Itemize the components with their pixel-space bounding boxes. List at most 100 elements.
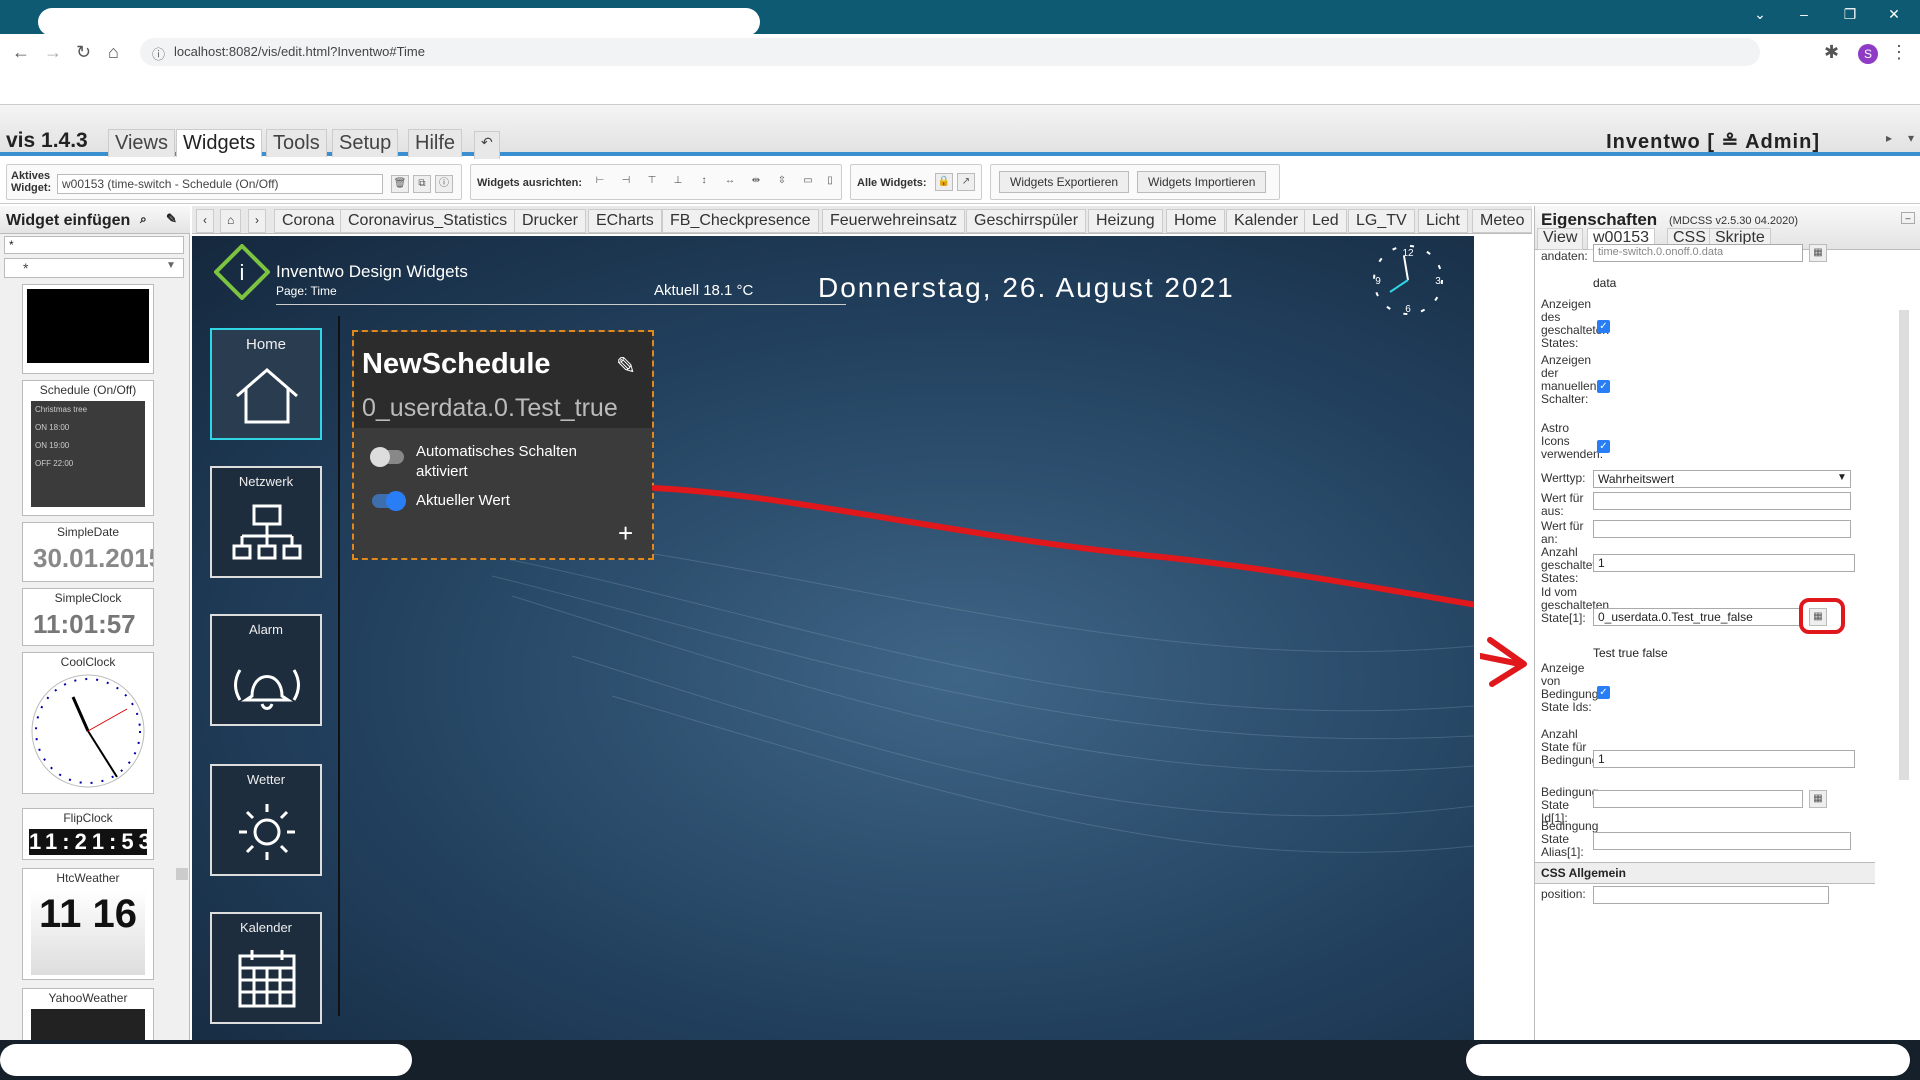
prop-condition-id-browse-button[interactable]: ▦ [1809,790,1827,808]
url-text[interactable]: localhost:8082/vis/edit.html?Inventwo#Ti… [174,44,425,59]
lock-icon[interactable]: 🔒 [935,173,953,191]
palette-item-simpleclock[interactable]: SimpleClock 11:01:57 [22,588,154,646]
nav-tile-home[interactable]: Home [210,328,322,440]
view-tab-fb[interactable]: FB_Checkpresence [662,209,819,233]
prop-astro-checkbox[interactable]: ✓ [1597,440,1610,453]
tab-views[interactable]: Views [108,129,175,157]
add-trigger-button[interactable]: + [618,518,633,549]
schedule-widget[interactable]: NewSchedule ✎ 0_userdata.0.Test_true Aut… [352,330,654,560]
active-widget-select[interactable]: w00153 (time-switch - Schedule (On/Off) [57,174,383,194]
palette-set-select[interactable]: * [4,258,184,278]
view-tab-drucker[interactable]: Drucker [514,209,587,233]
profile-avatar[interactable]: S [1858,44,1878,64]
info-widget-icon[interactable]: ⓘ [435,175,453,193]
tab-hilfe[interactable]: Hilfe [408,129,463,157]
reload-icon[interactable]: ↻ [76,42,91,63]
menu-collapse-icon[interactable]: ▾ [1908,131,1914,145]
forward-icon[interactable]: → [44,42,62,63]
prop-an-input[interactable] [1593,520,1851,538]
prop-show-state-checkbox[interactable]: ✓ [1597,320,1610,333]
palette-item-preview[interactable] [22,284,154,374]
prop-condition-id-input[interactable] [1593,790,1803,808]
palette-item-flipclock[interactable]: FlipClock 11:21:53 [22,808,154,860]
distribute-v-icon[interactable]: ⇳ [773,173,791,191]
edit-pencil-icon[interactable]: ✎ [616,352,636,381]
align-top-icon[interactable]: ⊤ [643,173,661,191]
view-tab-heizung[interactable]: Heizung [1088,209,1163,233]
prop-condition-alias-input[interactable] [1593,832,1851,850]
palette-search-icon[interactable]: ⌕ [140,212,147,227]
tab-tools[interactable]: Tools [266,129,327,157]
prop-condition-ids-checkbox[interactable]: ✓ [1597,686,1610,699]
view-tab-corona[interactable]: Corona [274,209,343,233]
current-value-toggle[interactable] [372,491,406,511]
view-tab-home[interactable]: Home [1166,209,1225,233]
align-vcenter-icon[interactable]: ↕ [695,173,713,191]
nav-tile-wetter[interactable]: Wetter [210,764,322,876]
view-tab-echarts[interactable]: ECharts [588,209,662,233]
align-bottom-icon[interactable]: ⊥ [669,173,687,191]
view-tab-licht[interactable]: Licht [1418,209,1468,233]
view-tab-feuerwehr[interactable]: Feuerwehreinsatz [822,209,966,233]
palette-item-yahooweather[interactable]: YahooWeather [22,988,154,1048]
external-link-icon[interactable]: ↗ [957,173,975,191]
properties-scrollbar[interactable] [1899,310,1909,780]
copy-widget-icon[interactable]: ⧉ [413,175,431,193]
prop-condition-count-stepper[interactable]: 1 [1593,750,1855,768]
tab-setup[interactable]: Setup [332,129,399,157]
distribute-h-icon[interactable]: ⇹ [747,173,765,191]
auto-switch-toggle[interactable] [370,447,404,467]
menu-kebab-icon[interactable]: ⋮ [1890,42,1908,63]
props-tab-view[interactable]: View [1537,228,1584,250]
tabs-scroll-right-icon[interactable]: › [248,209,266,233]
prop-werttyp-select[interactable]: Wahrheitswert [1593,470,1851,488]
palette-item-coolclock[interactable]: CoolClock [22,652,154,794]
palette-item-simpledate[interactable]: SimpleDate 30.01.2015 [22,522,154,582]
palette-filter-input[interactable]: * [4,236,184,254]
extensions-icon[interactable]: ✱ [1824,42,1839,63]
prop-data-browse-button[interactable]: ▦ [1809,244,1827,262]
tabs-lock-icon[interactable]: ⌂ [220,209,242,233]
palette-pin-icon[interactable]: ✎ [166,211,177,227]
properties-collapse-icon[interactable]: – [1901,212,1915,224]
delete-widget-icon[interactable]: 🗑 [391,175,409,193]
view-tab-geschirr[interactable]: Geschirrspüler [966,209,1087,233]
back-icon[interactable]: ← [12,42,30,63]
align-hcenter-icon[interactable]: ↔ [721,173,739,191]
profile-dropdown-icon[interactable]: ⌄ [1746,6,1774,23]
view-tab-led[interactable]: Led [1304,209,1347,233]
nav-tile-kalender[interactable]: Kalender [210,912,322,1024]
align-right-icon[interactable]: ⊣ [617,173,635,191]
minimize-button[interactable]: – [1790,6,1818,22]
same-height-icon[interactable]: ▯ [821,173,839,191]
palette-item-htcweather[interactable]: HtcWeather 11 16 [22,868,154,980]
maximize-button[interactable]: ❐ [1836,6,1864,23]
nav-tile-alarm[interactable]: Alarm [210,614,322,726]
home-icon[interactable]: ⌂ [108,42,119,63]
tab-widgets[interactable]: Widgets [176,129,263,157]
info-icon[interactable]: ⓘ [152,44,165,63]
menu-scroll-right-icon[interactable]: ▸ [1886,131,1892,145]
prop-data-oid[interactable]: time-switch.0.onoff.0.data [1593,244,1803,262]
css-section-header[interactable]: CSS Allgemein [1535,862,1875,884]
palette-item-schedule[interactable]: Schedule (On/Off) Christmas tree ON 18:00… [22,380,154,516]
close-window-button[interactable]: ✕ [1880,6,1908,23]
palette-scrollbar[interactable] [176,868,188,880]
edit-canvas[interactable]: i Inventwo Design Widgets Page: Time Akt… [192,236,1474,1040]
prop-aus-input[interactable] [1593,492,1851,510]
same-width-icon[interactable]: ▭ [799,173,817,191]
prop-anzahl-stepper[interactable]: 1 [1593,554,1855,572]
prop-state-id-input[interactable]: 0_userdata.0.Test_true_false [1593,608,1803,626]
view-tab-meteo[interactable]: Meteo [1472,209,1532,233]
nav-tile-netzwerk[interactable]: Netzwerk [210,466,322,578]
export-widgets-button[interactable]: Widgets Exportieren [999,171,1130,193]
undo-icon[interactable]: ↶ [474,131,500,159]
align-left-icon[interactable]: ⊢ [591,173,609,191]
prop-manual-switch-checkbox[interactable]: ✓ [1597,380,1610,393]
view-tab-coronavirus[interactable]: Coronavirus_Statistics [340,209,516,233]
view-tab-kalender[interactable]: Kalender [1226,209,1307,233]
tabs-scroll-left-icon[interactable]: ‹ [196,209,214,233]
prop-position-select[interactable] [1593,886,1829,904]
view-tab-lgtv[interactable]: LG_TV [1348,209,1415,233]
import-widgets-button[interactable]: Widgets Importieren [1137,171,1267,193]
